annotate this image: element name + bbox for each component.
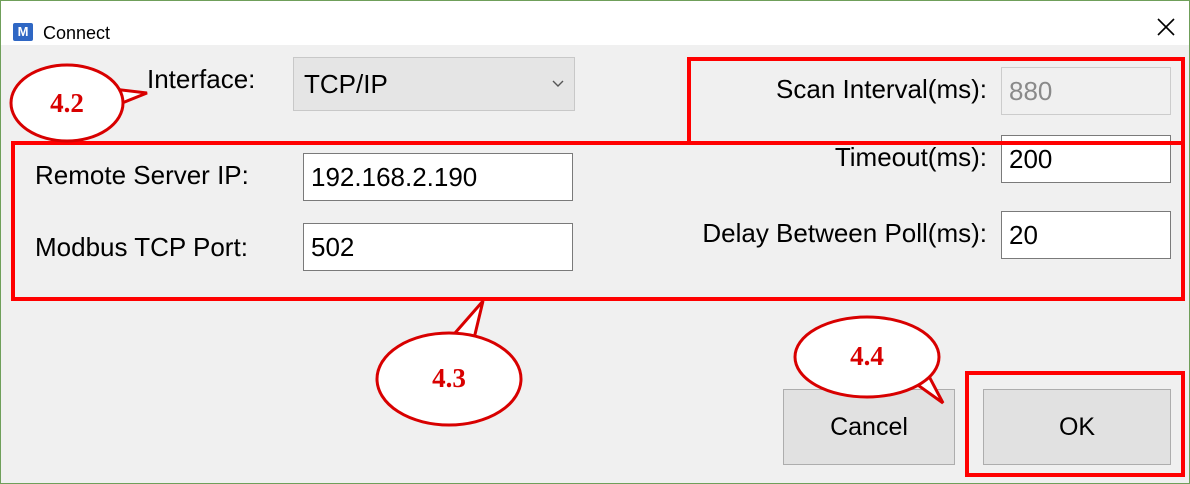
connect-dialog: M Connect Interface: TCP/IP Scan Interva… (0, 0, 1190, 484)
callout-label-3: 4.4 (850, 341, 884, 371)
annotation-frame-right (121, 57, 1185, 299)
ok-highlight-box (965, 371, 1185, 477)
callout-label-2: 4.3 (432, 363, 466, 393)
callout-label-1: 4.2 (50, 88, 84, 118)
annotation-frame-main (11, 141, 1185, 301)
